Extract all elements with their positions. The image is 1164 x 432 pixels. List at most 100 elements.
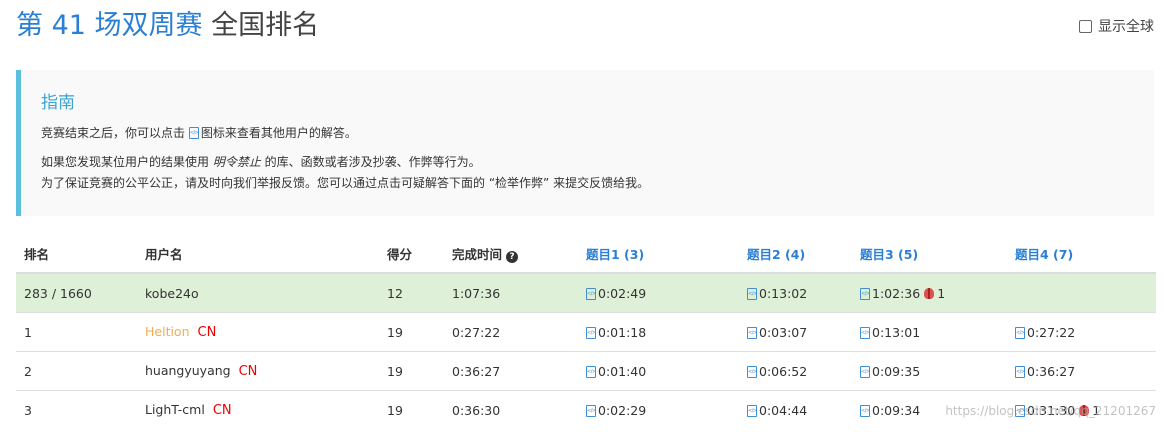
q2-time: 0:06:52	[759, 363, 808, 379]
code-icon[interactable]	[747, 326, 757, 339]
forbidden-link[interactable]: 明令禁止	[213, 155, 261, 169]
score-cell: 19	[379, 312, 444, 352]
guide-line-2-pre: 如果您发现某位用户的结果使用	[41, 155, 213, 169]
rank-cell: 283 / 1660	[16, 272, 137, 313]
q1-cell[interactable]: 0:01:40	[578, 351, 739, 391]
col-q2[interactable]: 题目2 (4)	[739, 234, 852, 274]
q2-cell[interactable]: 0:04:44	[739, 390, 852, 429]
q2-time: 0:04:44	[759, 402, 808, 418]
code-icon[interactable]	[860, 326, 870, 339]
q2-cell[interactable]: 0:03:07	[739, 312, 852, 352]
q1-time: 0:02:49	[598, 285, 647, 301]
q4-time: 0:36:27	[1027, 363, 1076, 379]
ranking-scope-label: 全国排名	[202, 10, 320, 41]
user-link[interactable]: LighT-cml	[145, 402, 205, 417]
user-link[interactable]: Heltion	[145, 324, 190, 339]
col-user: 用户名	[137, 234, 379, 274]
q4-cell[interactable]: 0:36:27	[1007, 351, 1156, 391]
time-cell: 1:07:36	[444, 272, 578, 313]
q1-time: 0:02:29	[598, 402, 647, 418]
page-title: 第 41 场双周赛 全国排名	[16, 6, 319, 46]
region-badge: CN	[212, 403, 232, 418]
time-cell: 0:36:30	[444, 390, 578, 429]
q2-cell[interactable]: 0:06:52	[739, 351, 852, 391]
help-icon[interactable]: ?	[506, 250, 519, 263]
ranking-table: 排名 用户名 得分 完成时间? 题目1 (3) 题目2 (4) 题目3 (5) …	[16, 234, 1156, 429]
guide-line-2: 如果您发现某位用户的结果使用 明令禁止 的库、函数或者涉及抄袭、作弊等行为。	[41, 152, 1154, 173]
guide-line-1-pre: 竞赛结束之后，你可以点击	[41, 126, 186, 140]
time-cell: 0:36:27	[444, 351, 578, 391]
q2-time: 0:13:02	[759, 285, 808, 301]
col-score: 得分	[379, 234, 444, 274]
code-icon[interactable]	[747, 365, 757, 378]
q1-cell[interactable]: 0:02:29	[578, 390, 739, 429]
col-rank: 排名	[16, 234, 137, 274]
code-icon[interactable]	[586, 404, 596, 417]
code-icon[interactable]	[747, 287, 757, 300]
q1-cell[interactable]: 0:01:18	[578, 312, 739, 352]
bug-icon	[924, 287, 935, 299]
q3-cell[interactable]: 1:02:36 1	[852, 272, 1007, 313]
q3-cell[interactable]: 0:13:01	[852, 312, 1007, 352]
global-checkbox[interactable]	[1079, 19, 1092, 33]
col-q3[interactable]: 题目3 (5)	[852, 234, 1007, 274]
guide-line-2-post: 的库、函数或者涉及抄袭、作弊等行为。	[260, 155, 481, 169]
guide-line-3: 为了保证竞赛的公平公正，请及时向我们举报反馈。您可以通过点击可疑解答下面的 “检…	[41, 176, 650, 190]
code-icon[interactable]	[1015, 326, 1025, 339]
guide-line-1: 竞赛结束之后，你可以点击 图标来查看其他用户的解答。	[41, 123, 1154, 144]
q2-time: 0:03:07	[759, 324, 808, 340]
code-icon[interactable]	[586, 326, 596, 339]
q4-cell	[1007, 272, 1156, 313]
col-time: 完成时间?	[444, 234, 578, 274]
rank-cell: 3	[16, 390, 137, 429]
table-header-row: 排名 用户名 得分 完成时间? 题目1 (3) 题目2 (4) 题目3 (5) …	[16, 234, 1156, 274]
user-cell: huangyuyang CN	[137, 351, 379, 391]
code-icon[interactable]	[586, 365, 596, 378]
score-cell: 19	[379, 390, 444, 429]
guide-line-1-post: 图标来查看其他用户的解答。	[200, 126, 357, 140]
col-q4[interactable]: 题目4 (7)	[1007, 234, 1156, 274]
region-badge: CN	[197, 325, 217, 340]
q3-time: 0:13:01	[872, 324, 921, 340]
q3-time: 0:09:35	[872, 363, 921, 379]
bug-count: 1	[937, 285, 946, 301]
table-row: 2 huangyuyang CN 19 0:36:27 0:01:40 0:06:…	[16, 351, 1156, 391]
global-label: 显示全球	[1098, 19, 1154, 35]
rank-cell: 1	[16, 312, 137, 352]
q3-time: 0:09:34	[872, 402, 921, 418]
q4-time: 0:27:22	[1027, 324, 1076, 340]
user-cell: Heltion CN	[137, 312, 379, 352]
q1-cell[interactable]: 0:02:49	[578, 272, 739, 313]
user-link[interactable]: kobe24o	[145, 286, 199, 301]
contest-name: 第 41 场双周赛	[16, 10, 203, 41]
score-cell: 12	[379, 272, 444, 313]
col-time-label: 完成时间	[452, 246, 503, 262]
q1-time: 0:01:18	[598, 324, 647, 340]
user-cell: kobe24o	[137, 272, 379, 313]
q3-time: 1:02:36	[872, 285, 921, 301]
user-link[interactable]: huangyuyang	[145, 363, 231, 378]
table-row: 1 Heltion CN 19 0:27:22 0:01:18 0:03:07 0…	[16, 312, 1156, 352]
code-icon[interactable]	[747, 404, 757, 417]
code-icon[interactable]	[860, 365, 870, 378]
rank-cell: 2	[16, 351, 137, 391]
score-cell: 19	[379, 351, 444, 391]
user-cell: LighT-cml CN	[137, 390, 379, 429]
guide-panel: 指南 竞赛结束之后，你可以点击 图标来查看其他用户的解答。 如果您发现某位用户的…	[16, 70, 1154, 216]
col-q1[interactable]: 题目1 (3)	[578, 234, 739, 274]
table-row-self: 283 / 1660 kobe24o 12 1:07:36 0:02:49 0:…	[16, 272, 1156, 313]
code-icon[interactable]	[860, 287, 870, 300]
q2-cell[interactable]: 0:13:02	[739, 272, 852, 313]
show-global-toggle[interactable]: 显示全球	[1079, 16, 1154, 36]
guide-title: 指南	[41, 93, 75, 113]
q1-time: 0:01:40	[598, 363, 647, 379]
code-icon	[188, 127, 199, 139]
time-cell: 0:27:22	[444, 312, 578, 352]
watermark: https://blog.csdn.net/qq_21201267	[945, 404, 1156, 418]
q3-cell[interactable]: 0:09:35	[852, 351, 1007, 391]
q4-cell[interactable]: 0:27:22	[1007, 312, 1156, 352]
code-icon[interactable]	[860, 404, 870, 417]
code-icon[interactable]	[586, 287, 596, 300]
code-icon[interactable]	[1015, 365, 1025, 378]
region-badge: CN	[238, 364, 258, 379]
